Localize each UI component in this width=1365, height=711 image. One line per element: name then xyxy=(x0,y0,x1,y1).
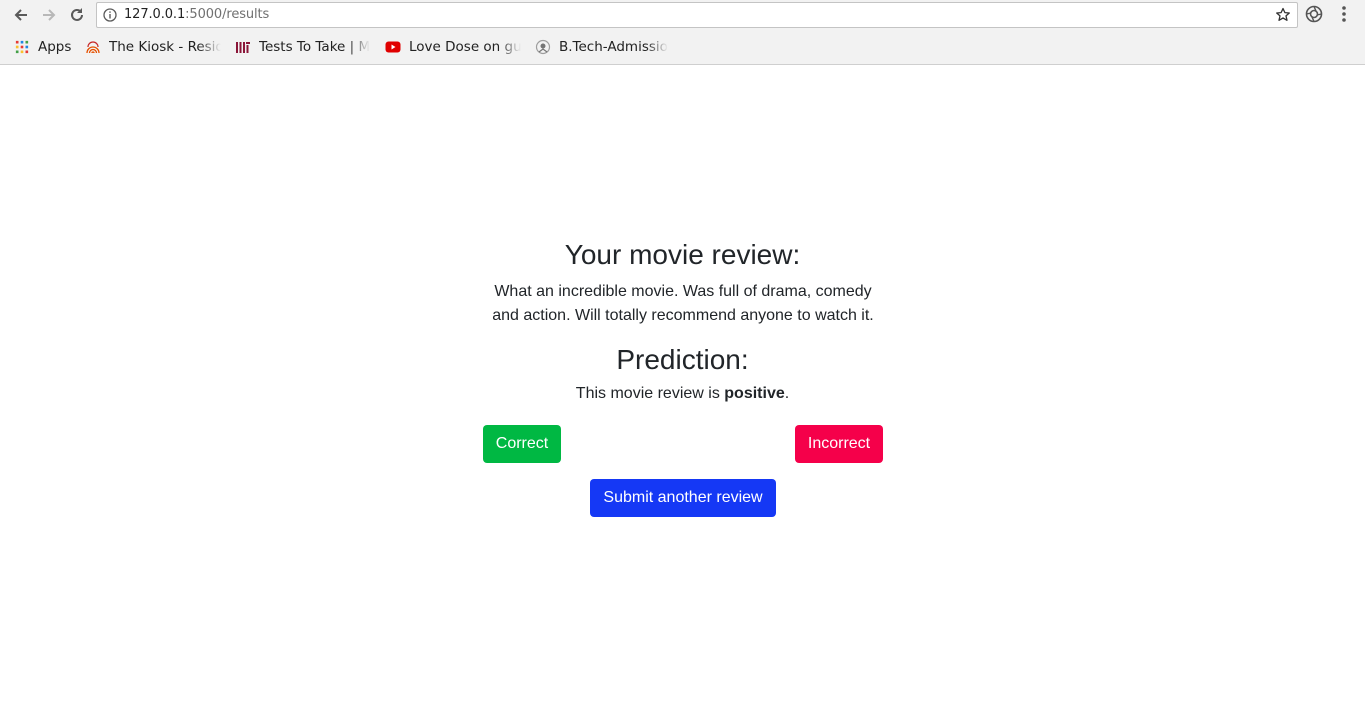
prediction-prefix: This movie review is xyxy=(575,385,725,402)
apps-grid-icon xyxy=(14,39,30,55)
star-icon[interactable] xyxy=(1275,7,1291,23)
prediction-value: positive xyxy=(724,385,785,402)
review-heading: Your movie review: xyxy=(564,239,801,270)
submit-another-review-button[interactable]: Submit another review xyxy=(590,479,776,517)
info-icon[interactable] xyxy=(103,8,117,22)
bookmark-kiosk[interactable]: The Kiosk - Resid xyxy=(85,35,221,59)
page-content: Your movie review: What an incredible mo… xyxy=(0,65,1365,711)
bookmark-label: Apps xyxy=(38,39,72,55)
mit-logo-icon xyxy=(235,39,251,55)
bookmark-label: The Kiosk - Resid xyxy=(109,39,221,55)
reload-icon xyxy=(71,8,83,21)
arrow-left-icon xyxy=(14,9,27,21)
back-button[interactable] xyxy=(10,4,32,26)
reload-button[interactable] xyxy=(66,4,88,26)
bookmark-love-dose[interactable]: Love Dose on gu xyxy=(385,35,521,59)
bookmark-tests[interactable]: Tests To Take | M xyxy=(235,35,371,59)
incorrect-button[interactable]: Incorrect xyxy=(795,425,883,463)
bookmark-label: B.Tech-Admissio xyxy=(559,39,668,55)
prediction-heading: Prediction: xyxy=(616,344,749,375)
forward-button[interactable] xyxy=(38,4,60,26)
review-text: What an incredible movie. Was full of dr… xyxy=(492,283,874,324)
youtube-icon xyxy=(385,39,401,55)
bookmark-apps[interactable]: Apps xyxy=(14,35,71,59)
url-host: 127.0.0.1 xyxy=(124,7,186,22)
browser-chrome: 127.0.0.1:5000/results Apps The Kiosk - … xyxy=(0,0,1365,65)
institute-logo-icon xyxy=(535,39,551,55)
url-path: :5000/results xyxy=(185,7,270,22)
bookmark-label: Love Dose on gu xyxy=(409,39,521,55)
arrow-right-icon xyxy=(43,9,56,21)
address-bar[interactable]: 127.0.0.1:5000/results xyxy=(96,2,1298,28)
menu-dots-icon[interactable] xyxy=(1337,5,1351,23)
bookmark-label: Tests To Take | M xyxy=(259,39,371,55)
prediction-suffix: . xyxy=(784,385,790,402)
prediction-text: This movie review is positive. xyxy=(0,385,1365,403)
fingerprint-icon xyxy=(85,39,101,55)
bookmark-btech[interactable]: B.Tech-Admissio xyxy=(535,35,671,59)
extension-icon[interactable] xyxy=(1305,5,1323,23)
bookmarks-bar: Apps The Kiosk - Resid Tests To Take | M… xyxy=(0,35,1365,59)
url-text: 127.0.0.1:5000/results xyxy=(124,7,269,22)
correct-button[interactable]: Correct xyxy=(483,425,561,463)
